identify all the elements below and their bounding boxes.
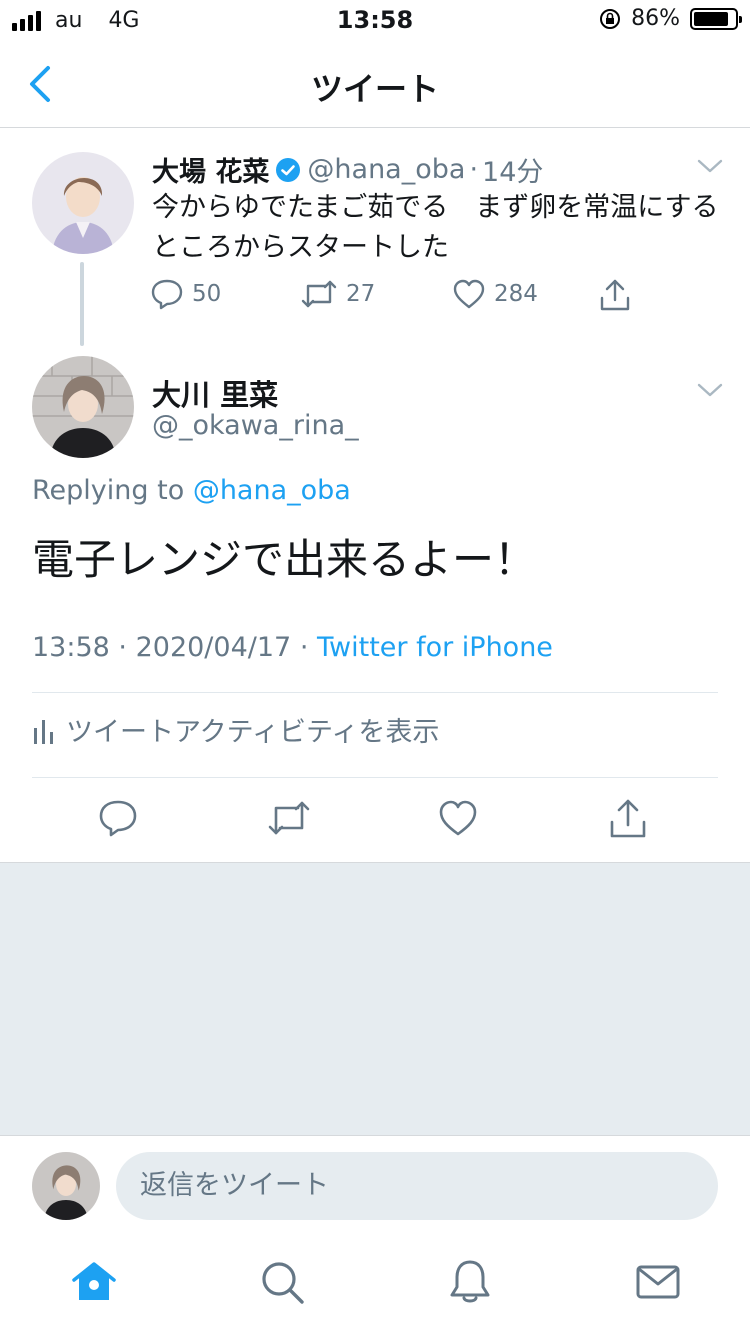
bar-chart-icon [34,719,53,744]
bell-icon[interactable] [446,1258,494,1306]
home-icon[interactable] [70,1258,118,1306]
avatar-image [32,152,134,254]
divider [32,777,718,778]
avatar-image [32,1152,100,1220]
reply-input[interactable]: 返信をツイート [116,1152,718,1220]
battery-percent: 86% [631,6,680,31]
separator: · [299,632,309,663]
parent-tweet-actions: 50 27 284 [150,278,640,314]
parent-author-handle[interactable]: @hana_oba [307,154,465,185]
share-action[interactable] [598,278,632,312]
share-icon [600,279,630,311]
retweet-action[interactable]: 27 [300,278,375,310]
battery-icon [690,7,742,30]
verified-badge-icon [276,157,301,182]
status-bar: au 4G 13:58 86% [0,0,750,40]
mail-icon[interactable] [634,1258,682,1306]
page-title: ツイート [310,70,439,108]
parent-author-name[interactable]: 大場 花菜 [152,150,269,189]
avatar[interactable] [32,1152,100,1220]
replying-handle-link[interactable]: @hana_oba [193,475,351,506]
replying-prefix: Replying to [32,475,185,506]
chevron-down-icon[interactable] [696,380,724,400]
heart-icon[interactable] [438,798,478,838]
author-handle[interactable]: @_okawa_rina_ [152,410,359,441]
empty-replies-area [0,862,750,1136]
tweet-activity-label: ツイートアクティビティを表示 [66,717,440,748]
tweet-meta: 13:58 · 2020/04/17 · Twitter for iPhone [32,632,553,663]
battery-fill [694,11,729,26]
retweet-icon[interactable] [266,798,312,838]
search-icon[interactable] [258,1258,306,1306]
like-action[interactable]: 284 [452,278,538,310]
tab-bar [0,1236,750,1334]
nav-bar: ツイート [0,40,750,128]
share-icon[interactable] [608,798,648,840]
tweet-text: 電子レンジで出来るよー！ [32,535,537,584]
avatar[interactable] [32,356,134,458]
thread-line [80,262,84,346]
parent-tweet-header: 大場 花菜 @hana_oba · 14分 [152,150,543,189]
tweet-time: 13:58 [32,632,110,663]
status-right: 86% [599,6,742,31]
divider [32,692,718,693]
avatar-image [32,356,134,458]
tweet-activity-link[interactable]: ツイートアクティビティを表示 [32,710,439,749]
reply-count: 50 [192,281,222,307]
rotation-lock-icon [600,8,621,29]
retweet-count: 27 [346,281,376,307]
author-name[interactable]: 大川 里菜 [152,372,278,414]
separator: · [118,632,127,663]
parent-tweet-text: 今からゆでたまご茹でる まず卵を常温にするところからスタートした [152,192,719,263]
retweet-icon [301,280,337,308]
reply-icon [151,279,183,310]
tweet-actions [0,798,750,848]
reply-action[interactable]: 50 [150,278,221,310]
reply-icon[interactable] [98,798,138,838]
replying-to: Replying to @hana_oba [32,475,351,506]
like-count: 284 [494,281,538,307]
tweet-date: 2020/04/17 [135,632,292,663]
heart-icon [453,279,485,309]
avatar[interactable] [32,152,134,254]
chevron-down-icon[interactable] [696,156,724,176]
separator: · [469,154,479,185]
tweet-source-link[interactable]: Twitter for iPhone [317,632,553,663]
parent-time-ago: 14分 [482,157,544,188]
